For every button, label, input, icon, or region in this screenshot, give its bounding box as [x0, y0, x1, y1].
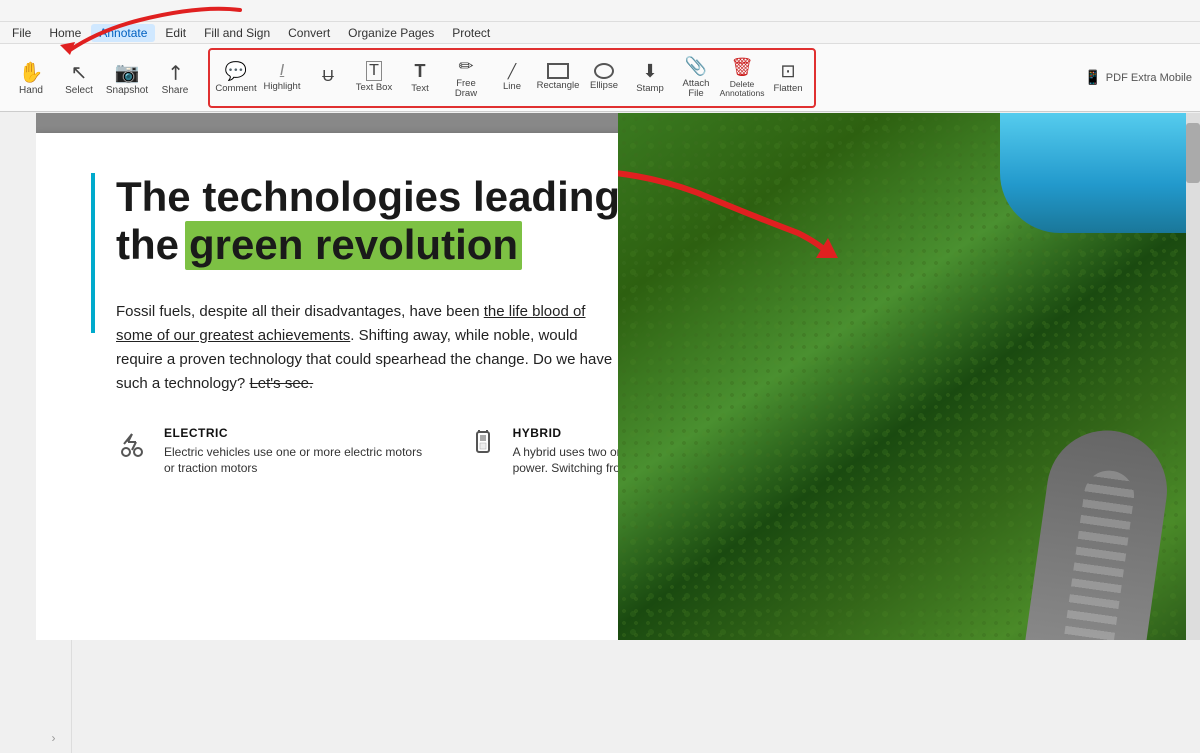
attach-label: Attach File: [676, 79, 716, 100]
strikethrough-tool[interactable]: U: [306, 52, 350, 104]
highlight-icon: I: [280, 62, 284, 80]
textbox-label: Text Box: [356, 83, 392, 93]
share-tool[interactable]: ↗ Share: [152, 50, 198, 106]
menu-convert[interactable]: Convert: [280, 24, 338, 42]
comment-icon: 💬: [225, 61, 247, 82]
page-accent-bar: [91, 173, 95, 333]
pdf-extra-branding: 📱 PDF Extra Mobile: [1084, 69, 1192, 86]
delete-annotations-label: Delete Annotations: [720, 80, 765, 99]
main-area: ≡ 🔖 🔍 📎 💬 ✏ › The technologies leading t…: [36, 113, 1200, 640]
line-icon: ╱: [508, 63, 516, 80]
delete-annotations-tool[interactable]: 🗑 Delete Annotations: [720, 52, 764, 104]
attach-icon: 📎: [685, 56, 707, 77]
electric-feature-text: ELECTRIC Electric vehicles use one or mo…: [164, 426, 425, 478]
electric-icon: [116, 426, 152, 469]
text-icon: T: [415, 61, 426, 82]
body-strikethrough-text: Let's see.: [249, 375, 313, 392]
text-label: Text: [411, 84, 428, 94]
rectangle-icon: [547, 63, 569, 79]
snapshot-label: Snapshot: [106, 85, 148, 96]
flatten-label: Flatten: [773, 84, 802, 94]
text-tool[interactable]: T Text: [398, 52, 442, 104]
title-line-1: The technologies leading: [116, 173, 618, 221]
feature-hybrid: HYBRID A hybrid uses two or more distinc…: [465, 426, 618, 478]
ellipse-icon: [594, 63, 614, 79]
right-image-panel: [618, 113, 1200, 640]
hybrid-title: HYBRID: [513, 426, 618, 440]
pdf-extra-text: PDF Extra Mobile: [1106, 72, 1192, 84]
features-section: ELECTRIC Electric vehicles use one or mo…: [116, 426, 618, 478]
line-label: Line: [503, 82, 521, 92]
menu-home[interactable]: Home: [41, 24, 89, 42]
comment-label: Comment: [215, 84, 256, 94]
select-label: Select: [65, 85, 93, 96]
delete-annotations-icon: 🗑: [731, 57, 754, 78]
scrollbar[interactable]: [1186, 113, 1200, 640]
comment-tool[interactable]: 💬 Comment: [214, 52, 258, 104]
page-body-text: Fossil fuels, despite all their disadvan…: [116, 300, 616, 396]
menu-annotate[interactable]: Annotate: [91, 24, 155, 42]
stamp-label: Stamp: [636, 84, 663, 94]
title-line-2: the green revolution: [116, 221, 618, 269]
select-tool[interactable]: ↖ Select: [56, 50, 102, 106]
toolbar: ✋ Hand ↖ Select 📷 Snapshot ↗ Share 💬 Com…: [0, 44, 1200, 112]
scroll-thumb[interactable]: [1186, 123, 1200, 183]
attach-file-tool[interactable]: 📎 Attach File: [674, 52, 718, 104]
menu-file[interactable]: File: [4, 24, 39, 42]
electric-title: ELECTRIC: [164, 426, 425, 440]
highlight-green-text: green revolution: [185, 221, 522, 269]
freedraw-label: Free Draw: [446, 79, 486, 100]
ellipse-label: Ellipse: [590, 81, 618, 91]
snapshot-tool[interactable]: 📷 Snapshot: [104, 50, 150, 106]
sidebar-collapse-arrow[interactable]: ›: [52, 731, 56, 745]
freedraw-icon: ✏: [458, 56, 473, 77]
flatten-tool[interactable]: ⊡ Flatten: [766, 52, 810, 104]
textbox-tool[interactable]: T Text Box: [352, 52, 396, 104]
ellipse-tool[interactable]: Ellipse: [582, 52, 626, 104]
hybrid-icon: [465, 426, 501, 469]
toolbar-left-group: ✋ Hand ↖ Select 📷 Snapshot ↗ Share: [8, 50, 198, 106]
feature-electric: ELECTRIC Electric vehicles use one or mo…: [116, 426, 425, 478]
menu-edit[interactable]: Edit: [157, 24, 194, 42]
menu-bar: File Home Annotate Edit Fill and Sign Co…: [0, 22, 1200, 44]
freedraw-tool[interactable]: ✏ Free Draw: [444, 52, 488, 104]
strikethrough-icon: U: [322, 68, 334, 86]
hand-tool[interactable]: ✋ Hand: [8, 50, 54, 106]
hybrid-feature-text: HYBRID A hybrid uses two or more distinc…: [513, 426, 618, 478]
stamp-icon: ⬇: [642, 61, 657, 82]
annotate-tools-group: 💬 Comment I Highlight U T Text Box T Tex…: [208, 48, 816, 108]
electric-description: Electric vehicles use one or more electr…: [164, 444, 425, 478]
stamp-tool[interactable]: ⬇ Stamp: [628, 52, 672, 104]
menu-organize-pages[interactable]: Organize Pages: [340, 24, 442, 42]
rectangle-tool[interactable]: Rectangle: [536, 52, 580, 104]
highlight-label: Highlight: [264, 82, 301, 92]
title-bar: [0, 0, 1200, 22]
pdf-page: The technologies leading the green revol…: [36, 133, 618, 640]
line-tool[interactable]: ╱ Line: [490, 52, 534, 104]
hand-label: Hand: [19, 85, 43, 96]
water-area: [1000, 113, 1200, 233]
menu-fill-sign[interactable]: Fill and Sign: [196, 24, 278, 42]
red-arrow-annotation-right: [618, 153, 838, 283]
share-label: Share: [162, 85, 189, 96]
textbox-icon: T: [366, 61, 382, 81]
flatten-icon: ⊡: [780, 61, 795, 82]
highlight-tool[interactable]: I Highlight: [260, 52, 304, 104]
menu-protect[interactable]: Protect: [444, 24, 498, 42]
hybrid-description: A hybrid uses two or more distinct types…: [513, 444, 618, 478]
rectangle-label: Rectangle: [537, 81, 580, 91]
body-text-1: Fossil fuels, despite all their disadvan…: [116, 303, 484, 320]
page-title: The technologies leading the green revol…: [116, 173, 618, 270]
title-prefix: the: [116, 221, 179, 269]
